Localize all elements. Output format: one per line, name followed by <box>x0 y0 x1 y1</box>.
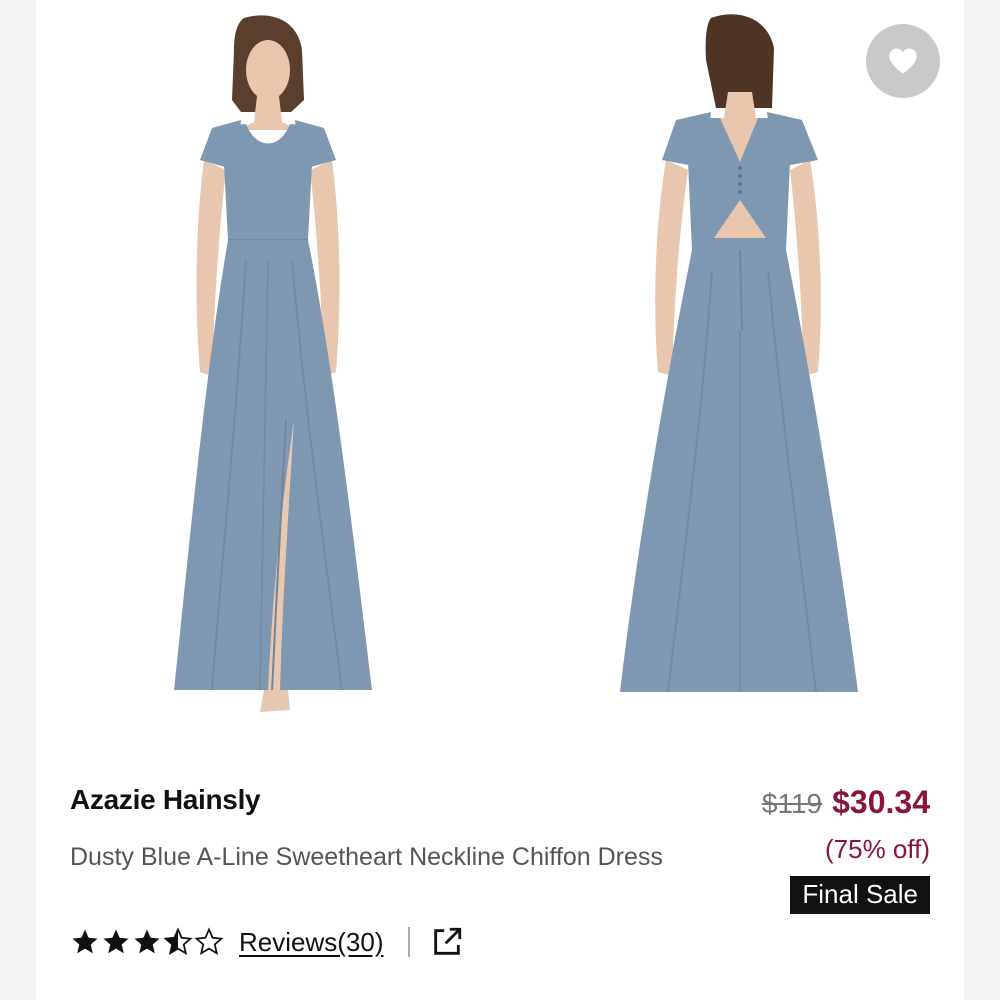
product-card[interactable]: Azazie Hainsly Dusty Blue A-Line Sweethe… <box>36 0 964 1000</box>
product-image-back[interactable] <box>506 0 964 732</box>
price-block: $119 $30.34 <box>762 784 930 821</box>
product-image-front[interactable] <box>36 0 494 732</box>
heart-icon <box>889 48 917 74</box>
final-sale-badge: Final Sale <box>790 876 930 914</box>
product-brand[interactable]: Azazie Hainsly <box>70 784 261 816</box>
external-link-icon[interactable] <box>430 925 464 959</box>
star-icon <box>103 929 129 954</box>
favorite-button[interactable] <box>866 24 940 98</box>
sale-price: $30.34 <box>832 784 930 820</box>
star-icon <box>72 929 98 954</box>
reviews-link[interactable]: Reviews(30) <box>239 927 384 958</box>
star-half-icon <box>163 927 193 956</box>
rating-row: Reviews(30) <box>70 922 464 962</box>
discount-label: (75% off) <box>824 834 930 864</box>
star-icon <box>134 929 160 954</box>
star-empty-icon <box>194 927 224 956</box>
divider <box>407 927 410 957</box>
original-price: $119 <box>761 788 823 819</box>
product-name[interactable]: Dusty Blue A-Line Sweetheart Neckline Ch… <box>70 838 690 876</box>
product-info: Azazie Hainsly Dusty Blue A-Line Sweethe… <box>36 732 964 1000</box>
star-rating <box>70 927 225 957</box>
product-gallery <box>36 0 964 732</box>
